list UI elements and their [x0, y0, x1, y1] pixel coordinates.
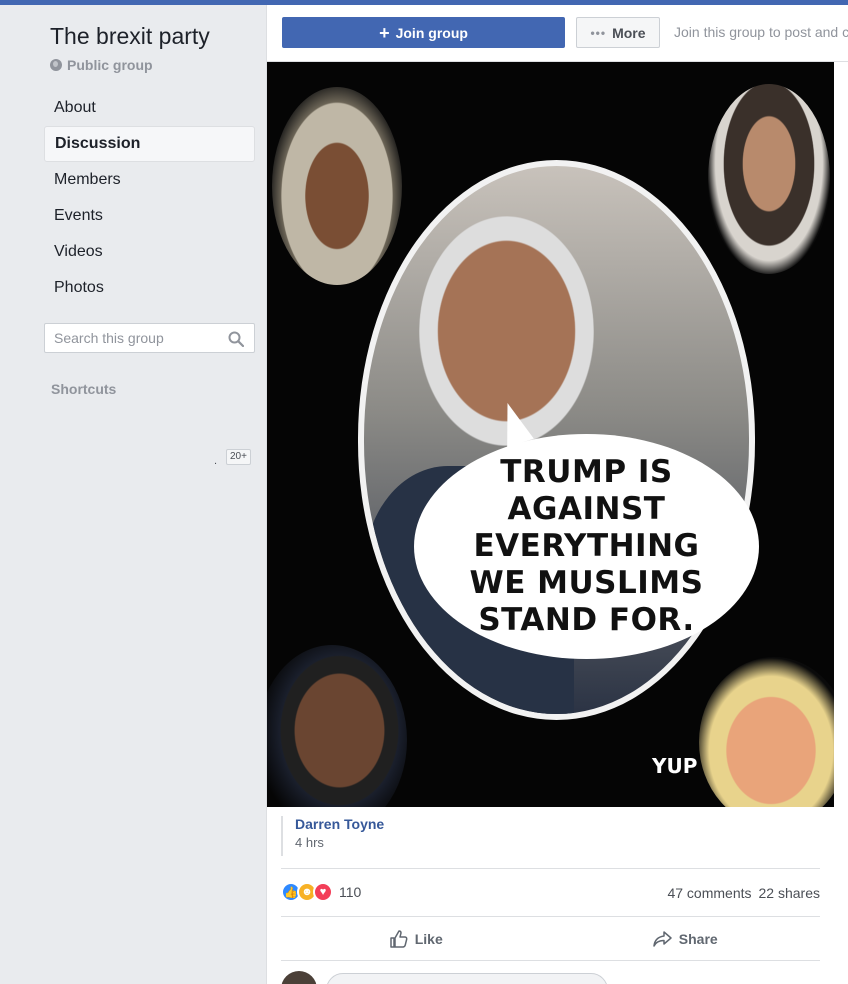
love-reaction-icon: ♥: [313, 882, 333, 902]
share-arrow-icon: [653, 930, 672, 947]
engagement-counts: 47 comments 22 shares: [667, 885, 820, 901]
hijab-portrait: [272, 87, 402, 285]
meme-caption: TRUMP IS AGAINST EVERYTHING WE MUSLIMS S…: [469, 454, 704, 638]
shortcut-dot: .: [214, 455, 218, 467]
search-icon[interactable]: [228, 331, 244, 347]
group-feed: + Join group ••• More Join this group to…: [266, 5, 848, 984]
avatar: [281, 971, 317, 984]
more-button[interactable]: ••• More: [576, 17, 660, 48]
group-privacy: Public group: [50, 57, 153, 73]
group-search: [44, 323, 255, 353]
nav-item-discussion[interactable]: Discussion: [44, 126, 255, 162]
group-nav: About Discussion Members Events Videos P…: [44, 90, 255, 306]
shortcuts-heading: Shortcuts: [51, 381, 117, 397]
comments-count[interactable]: 47 comments: [667, 885, 751, 901]
nav-item-members[interactable]: Members: [44, 162, 255, 198]
speech-bubble: TRUMP IS AGAINST EVERYTHING WE MUSLIMS S…: [414, 434, 759, 659]
bearded-man-portrait: [708, 84, 830, 274]
group-action-bar: + Join group ••• More Join this group to…: [267, 5, 848, 62]
more-label: More: [612, 24, 646, 41]
post-author-block: Darren Toyne 4 hrs: [281, 816, 384, 856]
reactions-summary[interactable]: 👍 ☻ ♥ 110: [281, 882, 361, 902]
post-timestamp[interactable]: 4 hrs: [295, 835, 384, 850]
join-hint-text: Join this group to post and c: [674, 24, 848, 40]
nav-item-about[interactable]: About: [44, 90, 255, 126]
share-label: Share: [678, 930, 718, 947]
post-photo[interactable]: TRUMP IS AGAINST EVERYTHING WE MUSLIMS S…: [267, 62, 834, 807]
search-input[interactable]: [45, 324, 215, 352]
thumbs-up-icon: [389, 929, 408, 948]
post-author-name[interactable]: Darren Toyne: [295, 816, 384, 832]
comment-input[interactable]: [326, 973, 608, 984]
group-title[interactable]: The brexit party: [50, 23, 210, 50]
plus-icon: +: [379, 22, 390, 43]
group-sidebar: The brexit party Public group About Disc…: [0, 5, 266, 984]
nav-item-videos[interactable]: Videos: [44, 234, 255, 270]
meme-signature: YUP: [652, 754, 698, 778]
globe-icon: [50, 59, 62, 71]
join-group-button[interactable]: + Join group: [282, 17, 565, 48]
comment-composer: [281, 969, 820, 984]
ellipsis-icon: •••: [590, 25, 607, 40]
group-privacy-label: Public group: [67, 57, 153, 73]
share-button[interactable]: Share: [551, 917, 821, 960]
post-actions: Like Share: [281, 917, 820, 961]
trump-portrait: [699, 657, 834, 807]
notification-count-badge[interactable]: 20+: [226, 449, 251, 465]
join-group-label: Join group: [395, 24, 468, 41]
nav-item-photos[interactable]: Photos: [44, 270, 255, 306]
like-button[interactable]: Like: [281, 917, 551, 960]
post-stats: 👍 ☻ ♥ 110 47 comments 22 shares: [281, 868, 820, 917]
shares-count[interactable]: 22 shares: [759, 885, 820, 901]
reactions-count[interactable]: 110: [339, 884, 361, 900]
like-label: Like: [414, 930, 443, 947]
nav-item-events[interactable]: Events: [44, 198, 255, 234]
